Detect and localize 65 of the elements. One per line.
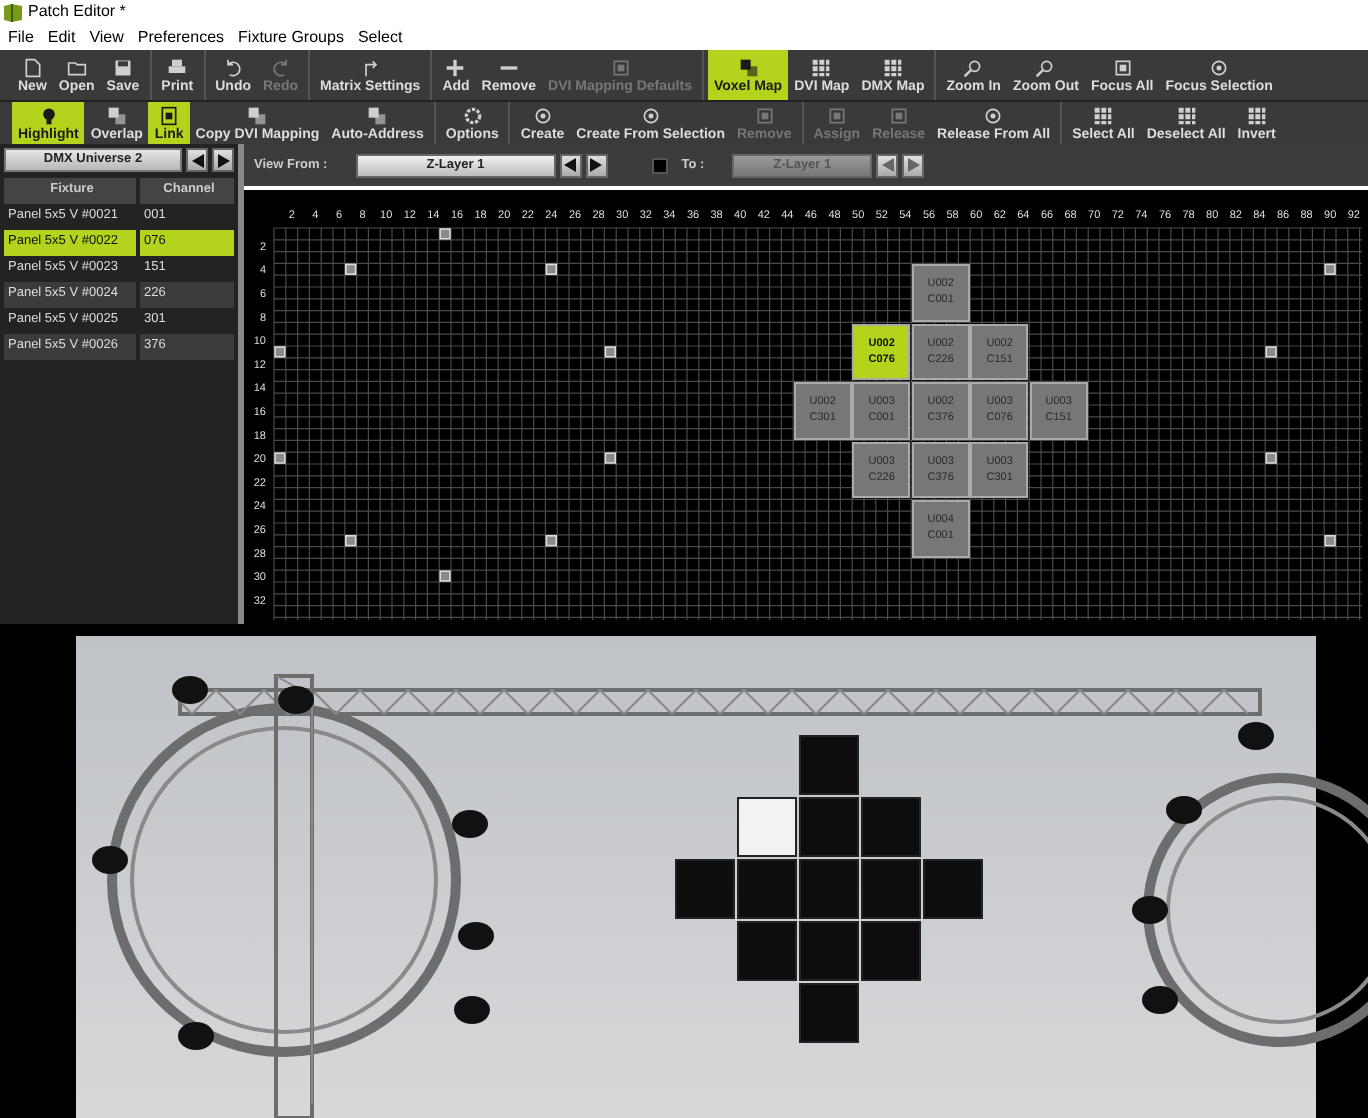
gear-icon bbox=[461, 105, 484, 125]
fixture-marker[interactable] bbox=[439, 228, 451, 240]
undo-icon bbox=[222, 57, 245, 77]
triangle-left-icon bbox=[564, 158, 577, 172]
menu-item[interactable]: Edit bbox=[47, 25, 76, 49]
fixture-marker[interactable] bbox=[345, 535, 357, 547]
next-button[interactable] bbox=[902, 153, 925, 177]
redo-icon bbox=[269, 57, 292, 77]
previous-button[interactable] bbox=[186, 148, 208, 172]
triangle-right-icon bbox=[217, 153, 229, 167]
squares-icon bbox=[246, 105, 269, 125]
menu-item[interactable]: File bbox=[8, 25, 34, 49]
menu-item[interactable]: Preferences bbox=[137, 25, 225, 49]
fixture-marker[interactable] bbox=[1265, 452, 1277, 464]
squares-icon bbox=[366, 105, 389, 125]
next-button[interactable] bbox=[212, 148, 234, 172]
magnifier-icon bbox=[1034, 57, 1057, 77]
previous-button[interactable] bbox=[559, 153, 582, 177]
grid-icon bbox=[1092, 105, 1115, 125]
plus-icon bbox=[444, 57, 467, 77]
grid-icon bbox=[1175, 105, 1198, 125]
fixture-marker[interactable] bbox=[1265, 346, 1277, 358]
fixture-marker[interactable] bbox=[1324, 535, 1336, 547]
document-icon bbox=[21, 57, 44, 77]
fixture-marker[interactable] bbox=[604, 452, 616, 464]
target-icon bbox=[639, 105, 662, 125]
next-button[interactable] bbox=[585, 153, 608, 177]
bulb-icon bbox=[37, 105, 60, 125]
fixture-marker[interactable] bbox=[1324, 263, 1336, 275]
target-icon bbox=[531, 105, 554, 125]
grid-icon bbox=[881, 57, 904, 77]
link-icon bbox=[158, 105, 181, 125]
window-title: Patch Editor * bbox=[28, 0, 126, 24]
folder-icon bbox=[65, 57, 88, 77]
fixture-marker[interactable] bbox=[274, 452, 286, 464]
target-icon bbox=[982, 105, 1005, 125]
app-icon bbox=[4, 3, 22, 21]
square-icon bbox=[1111, 57, 1134, 77]
fixture-marker[interactable] bbox=[439, 570, 451, 582]
triangle-right-icon bbox=[907, 158, 920, 172]
square-icon bbox=[825, 105, 848, 125]
squares-icon bbox=[105, 105, 128, 125]
magnifier-icon bbox=[962, 57, 985, 77]
corner-arrow-icon bbox=[359, 57, 382, 77]
fixture-marker[interactable] bbox=[545, 535, 557, 547]
triangle-left-icon bbox=[191, 153, 203, 167]
target-icon bbox=[1208, 57, 1231, 77]
grid-icon bbox=[1245, 105, 1268, 125]
squares-icon bbox=[737, 57, 760, 77]
grid-icon bbox=[810, 57, 833, 77]
fixture-marker[interactable] bbox=[604, 346, 616, 358]
fixture-marker[interactable] bbox=[345, 263, 357, 275]
menu-item[interactable]: Select bbox=[357, 25, 403, 49]
triangle-right-icon bbox=[590, 158, 603, 172]
fixture-marker[interactable] bbox=[274, 346, 286, 358]
fixture-marker[interactable] bbox=[545, 263, 557, 275]
square-icon bbox=[753, 105, 776, 125]
previous-button[interactable] bbox=[876, 153, 899, 177]
printer-icon bbox=[166, 57, 189, 77]
square-icon bbox=[887, 105, 910, 125]
square-icon bbox=[609, 57, 631, 77]
triangle-left-icon bbox=[881, 158, 894, 172]
menu-item[interactable]: View bbox=[89, 25, 124, 49]
checkbox[interactable] bbox=[651, 157, 668, 173]
menu-item[interactable]: Fixture Groups bbox=[238, 25, 344, 49]
